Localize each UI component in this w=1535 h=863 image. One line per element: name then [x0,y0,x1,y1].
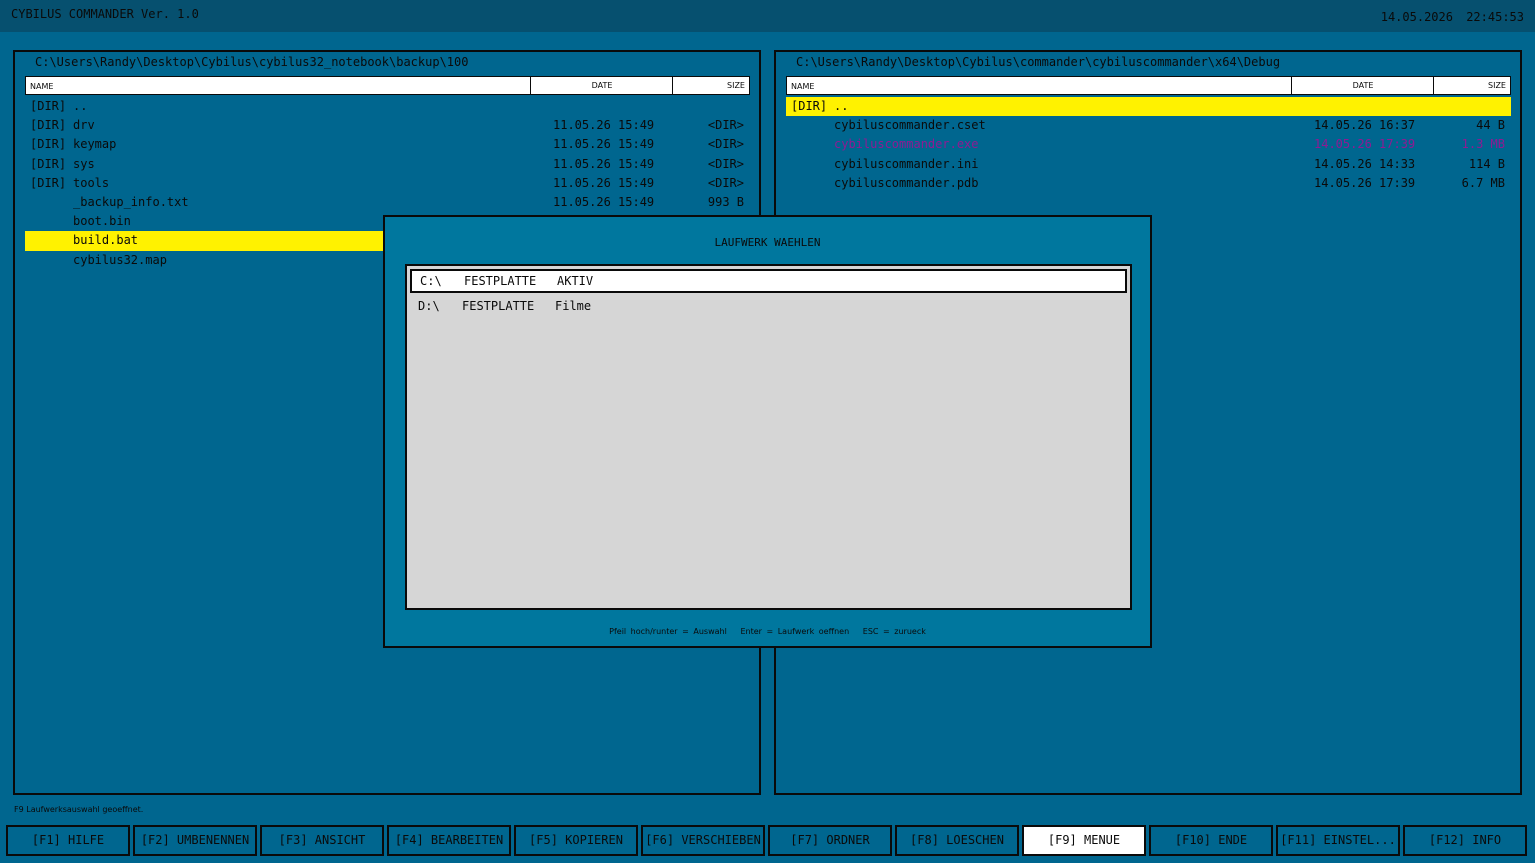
file-row[interactable]: cybiluscommander.pdb 14.05.26 17:39 6.7 … [786,174,1511,193]
entry-size: 6.7 MB [1461,175,1505,190]
entry-type-tag: [DIR] [30,118,67,133]
drive-item-d[interactable]: D:\ FESTPLATTE Filme [410,294,1127,318]
f7-folder-button[interactable]: [F7] ORDNER [768,825,892,856]
clock-time: 22:45:53 [1466,10,1524,24]
entry-name: cybiluscommander.exe [834,137,979,152]
entry-type-tag: [DIR] [30,156,67,171]
dialog-key-hint: Pfeil hoch/runter = Auswahl Enter = Lauf… [609,627,926,636]
drive-type: FESTPLATTE [462,299,535,313]
entry-name: .. [73,99,88,113]
entry-size: 1.3 MB [1461,137,1505,152]
entry-type-tag: [DIR] [30,137,67,152]
f10-exit-button[interactable]: [F10] ENDE [1149,825,1273,856]
drive-label: Filme [555,299,592,313]
file-row[interactable]: cybiluscommander.cset 14.05.26 16:37 44 … [786,116,1511,135]
entry-size: <DIR> [707,175,744,190]
drive-label: AKTIV [557,274,594,288]
drive-letter: C:\ [420,274,442,288]
drive-select-dialog: LAUFWERK WAEHLEN C:\ FESTPLATTE AKTIV D:… [383,215,1152,648]
f11-settings-button[interactable]: [F11] EINSTEL... [1276,825,1400,856]
column-size[interactable]: SIZE [672,77,749,94]
left-column-header: NAME DATE SIZE [25,76,750,95]
entry-date: 14.05.26 14:33 [1314,156,1416,171]
entry-size: <DIR> [707,118,744,133]
file-row-selected[interactable]: [DIR] .. [786,97,1511,117]
f9-menu-button[interactable]: [F9] MENUE [1022,825,1146,856]
file-row[interactable]: cybiluscommander.ini 14.05.26 14:33 114 … [786,155,1511,174]
entry-type-tag: [DIR] [30,99,67,113]
file-row[interactable]: [DIR] sys 11.05.26 15:49 <DIR> [25,155,750,174]
entry-date: 11.05.26 15:49 [553,118,655,133]
f8-delete-button[interactable]: [F8] LOESCHEN [895,825,1019,856]
dialog-title: LAUFWERK WAEHLEN [714,236,821,249]
drive-letter: D:\ [418,299,440,313]
file-row[interactable]: [DIR] .. [25,97,750,116]
entry-size: 114 B [1468,156,1505,171]
entry-type-tag: [DIR] [30,175,67,190]
file-row[interactable]: [DIR] drv 11.05.26 15:49 <DIR> [25,116,750,135]
column-name[interactable]: NAME [791,82,814,91]
entry-size: <DIR> [707,156,744,171]
f4-edit-button[interactable]: [F4] BEARBEITEN [387,825,511,856]
file-row[interactable]: _backup_info.txt 11.05.26 15:49 993 B [25,193,750,212]
right-panel-path: C:\Users\Randy\Desktop\Cybilus\commander… [796,55,1281,69]
entry-name: keymap [73,137,117,152]
entry-name: cybiluscommander.cset [834,118,986,133]
entry-name: _backup_info.txt [73,194,189,209]
column-name[interactable]: NAME [30,82,53,91]
file-row-executable[interactable]: cybiluscommander.exe 14.05.26 17:39 1.3 … [786,135,1511,154]
clock-date: 14.05.2026 [1380,10,1453,24]
entry-name: drv [73,118,95,133]
entry-name: sys [73,156,95,171]
entry-name: boot.bin [73,214,131,229]
f3-view-button[interactable]: [F3] ANSICHT [260,825,384,856]
drive-list: C:\ FESTPLATTE AKTIV D:\ FESTPLATTE Film… [405,264,1132,610]
right-column-header: NAME DATE SIZE [786,76,1511,95]
entry-name: cybiluscommander.pdb [834,175,979,190]
f2-rename-button[interactable]: [F2] UMBENENNEN [133,825,257,856]
function-key-bar: [F1] HILFE [F2] UMBENENNEN [F3] ANSICHT … [6,825,1531,856]
app-title: CYBILUS COMMANDER Ver. 1.0 [11,7,199,21]
entry-date: 11.05.26 15:49 [553,137,655,152]
f5-copy-button[interactable]: [F5] KOPIEREN [514,825,638,856]
entry-date: 11.05.26 15:49 [553,194,655,209]
f12-info-button[interactable]: [F12] INFO [1403,825,1527,856]
column-date[interactable]: DATE [530,77,673,94]
column-date[interactable]: DATE [1291,77,1434,94]
f1-help-button[interactable]: [F1] HILFE [6,825,130,856]
entry-size: 993 B [707,194,744,209]
entry-date: 14.05.26 16:37 [1314,118,1416,133]
entry-name: tools [73,175,110,190]
status-message: F9 Laufwerksauswahl geoeffnet. [14,805,144,814]
f6-move-button[interactable]: [F6] VERSCHIEBEN [641,825,765,856]
left-panel-path: C:\Users\Randy\Desktop\Cybilus\cybilus32… [35,55,469,69]
entry-date: 14.05.26 17:39 [1314,175,1416,190]
entry-date: 11.05.26 15:49 [553,156,655,171]
entry-size: 44 B [1476,118,1505,133]
column-size[interactable]: SIZE [1433,77,1510,94]
drive-type: FESTPLATTE [464,274,537,288]
file-row[interactable]: [DIR] tools 11.05.26 15:49 <DIR> [25,174,750,193]
entry-date: 14.05.26 17:39 [1314,137,1416,152]
entry-name: cybiluscommander.ini [834,156,979,171]
drive-item-c[interactable]: C:\ FESTPLATTE AKTIV [410,269,1127,293]
title-bar: CYBILUS COMMANDER Ver. 1.0 14.05.2026 22… [0,0,1535,32]
right-file-list: [DIR] .. cybiluscommander.cset 14.05.26 … [786,97,1511,193]
file-row[interactable]: [DIR] keymap 11.05.26 15:49 <DIR> [25,135,750,154]
entry-name: cybilus32.map [73,252,167,267]
entry-date: 11.05.26 15:49 [553,175,655,190]
entry-type-tag: [DIR] [791,99,828,113]
entry-name: build.bat [73,233,139,248]
clock: 14.05.2026 22:45:53 [1381,10,1524,24]
entry-name: .. [834,99,849,113]
entry-size: <DIR> [707,137,744,152]
